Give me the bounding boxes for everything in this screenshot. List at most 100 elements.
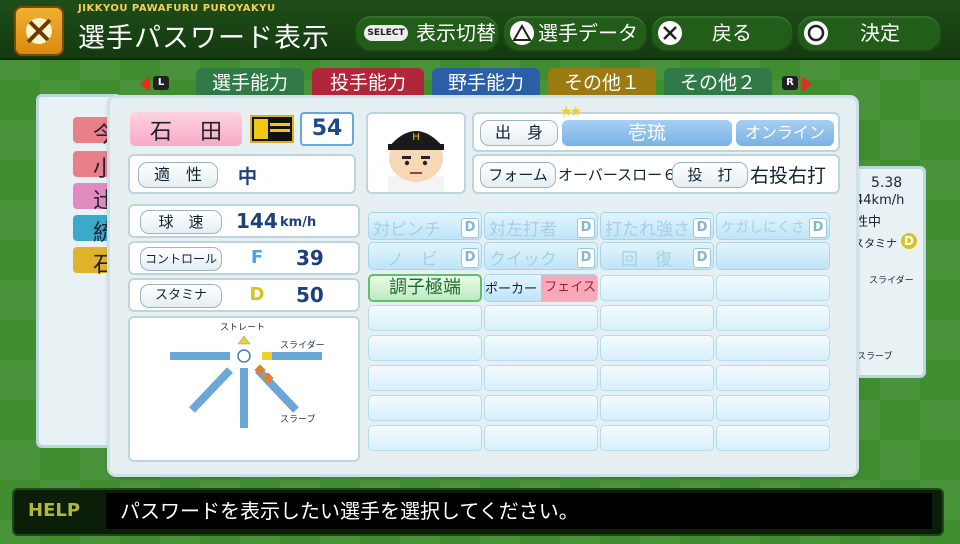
throw-bat-label: 投 打 bbox=[672, 162, 748, 188]
stars: ★★ bbox=[560, 104, 582, 120]
bg-value: 44km/h bbox=[855, 193, 905, 208]
bg-grade: D bbox=[901, 233, 917, 249]
control-grade: F bbox=[250, 247, 264, 268]
help-message: パスワードを表示したい選手を選択してください。 bbox=[106, 493, 932, 529]
team-logo-icon bbox=[250, 115, 294, 143]
left-arrow-icon bbox=[140, 76, 150, 92]
page-title: 選手パスワード表示 bbox=[78, 23, 330, 54]
player-card: 石 田 54 適 性 中 H ★★ 出 身 壱琉 オンライン フォーム オーバー… bbox=[110, 98, 856, 474]
skill-slot[interactable] bbox=[484, 365, 598, 391]
pitch-direction-chart bbox=[170, 335, 322, 428]
tab-pitcher-ability[interactable]: 投手能力 bbox=[312, 68, 424, 98]
svg-text:H: H bbox=[412, 132, 420, 143]
skill-cell[interactable] bbox=[716, 242, 830, 270]
bg-value: 性中 bbox=[855, 215, 882, 230]
skill-slot[interactable] bbox=[484, 395, 598, 421]
skill-slot[interactable] bbox=[368, 425, 482, 451]
skill-slot[interactable] bbox=[716, 305, 830, 331]
skill-grade: D bbox=[693, 248, 711, 268]
stamina-label: スタミナ bbox=[140, 284, 222, 308]
skill-cell[interactable]: ケガしにくさ D bbox=[716, 212, 830, 240]
stamina-grade: D bbox=[249, 284, 265, 305]
skill-slot[interactable] bbox=[600, 395, 714, 421]
cross-icon bbox=[658, 21, 682, 45]
stamina-value: 50 bbox=[296, 283, 324, 307]
select-key-icon: SELECT bbox=[364, 25, 408, 41]
skill-slot[interactable] bbox=[716, 335, 830, 361]
skill-slot[interactable] bbox=[484, 425, 598, 451]
skill-slot[interactable] bbox=[484, 335, 598, 361]
r-shoulder-button[interactable]: R bbox=[782, 74, 814, 94]
select-toggle-button[interactable]: SELECT 表示切替 bbox=[354, 14, 500, 52]
aptitude-value: 中 bbox=[238, 166, 258, 188]
skill-grade: D bbox=[577, 248, 595, 268]
control-row: コントロール F 39 bbox=[128, 241, 360, 275]
bg-value: スライダー bbox=[869, 276, 914, 286]
skill-slot[interactable] bbox=[716, 425, 830, 451]
origin-label: 出 身 bbox=[480, 120, 558, 146]
l-shoulder-button[interactable]: L bbox=[140, 74, 172, 94]
skill-cell[interactable]: 回 復D bbox=[600, 242, 714, 270]
circle-icon bbox=[804, 21, 828, 45]
skill-cell[interactable]: 対左打者 D bbox=[484, 212, 598, 240]
tab-label: 選手能力 bbox=[211, 72, 288, 94]
skill-slot[interactable] bbox=[716, 395, 830, 421]
bg-value: スラーブ bbox=[857, 352, 893, 362]
skill-grade: D bbox=[693, 218, 711, 238]
skill-slot[interactable] bbox=[368, 335, 482, 361]
skill-slot[interactable] bbox=[368, 365, 482, 391]
skill-cell[interactable]: 打たれ強さ D bbox=[600, 212, 714, 240]
tab-other-1[interactable]: その他１ bbox=[548, 68, 656, 98]
skill-slot[interactable] bbox=[600, 275, 714, 301]
tab-label: 投手能力 bbox=[329, 72, 406, 94]
player-name-char: 石 bbox=[150, 120, 173, 145]
skill-slot[interactable] bbox=[600, 305, 714, 331]
skill-slot[interactable] bbox=[600, 335, 714, 361]
player-data-label: 選手データ bbox=[538, 21, 638, 45]
baseball-logo-icon bbox=[14, 6, 64, 56]
skill-cell[interactable]: 対ピンチ D bbox=[368, 212, 482, 240]
skill-slot[interactable] bbox=[600, 425, 714, 451]
tab-bar: L 選手能力 投手能力 野手能力 その他１ その他２ R bbox=[0, 64, 960, 98]
player-name-char: 田 bbox=[200, 120, 223, 145]
name-row: 石 田 54 bbox=[130, 112, 356, 150]
select-toggle-label: 表示切替 bbox=[416, 21, 496, 45]
tab-fielder-ability[interactable]: 野手能力 bbox=[432, 68, 540, 98]
speed-value: 144 bbox=[236, 209, 278, 233]
skill-cell[interactable]: ノ ビD bbox=[368, 242, 482, 270]
skill-grade: D bbox=[461, 248, 479, 268]
control-label: コントロール bbox=[140, 247, 222, 271]
confirm-label: 決定 bbox=[860, 21, 900, 45]
background-card-right[interactable]: 5.38 44km/h 性中 スタミナ D スライダー スラーブ bbox=[846, 166, 926, 378]
skill-slot[interactable] bbox=[716, 275, 830, 301]
skill-text: クイック bbox=[489, 250, 557, 270]
back-button[interactable]: 戻る bbox=[650, 14, 794, 52]
confirm-button[interactable]: 決定 bbox=[796, 14, 942, 52]
skill-text: 回 復 bbox=[621, 250, 672, 270]
skill-cell[interactable]: クイック D bbox=[484, 242, 598, 270]
help-bar: HELP パスワードを表示したい選手を選択してください。 bbox=[12, 488, 944, 536]
pitch-chart: ストレート スライダー スラーブ bbox=[128, 316, 360, 462]
origin-row: ★★ 出 身 壱琉 オンライン bbox=[472, 104, 840, 152]
skill-slot[interactable] bbox=[600, 365, 714, 391]
skill-slot[interactable] bbox=[368, 395, 482, 421]
skill-slot[interactable] bbox=[484, 305, 598, 331]
online-badge: オンライン bbox=[736, 120, 834, 146]
skill-slot[interactable] bbox=[368, 305, 482, 331]
special-skill-poker-face[interactable]: ポーカー フェイス bbox=[484, 274, 598, 302]
l-key-label: L bbox=[153, 76, 169, 90]
skill-text: 打たれ強さ bbox=[605, 220, 690, 240]
special-skill-streaky[interactable]: 調子極端 bbox=[368, 274, 482, 302]
tab-other-2[interactable]: その他２ bbox=[664, 68, 772, 98]
player-data-button[interactable]: 選手データ bbox=[502, 14, 648, 52]
tab-player-ability[interactable]: 選手能力 bbox=[196, 68, 304, 98]
aptitude-label: 適 性 bbox=[138, 162, 218, 188]
bg-value: スタミナ bbox=[853, 237, 897, 250]
uniform-number: 54 bbox=[300, 112, 354, 146]
skill-slot[interactable] bbox=[716, 365, 830, 391]
form-value: オーバースロー６ bbox=[558, 166, 678, 184]
name-box: 石 田 bbox=[130, 112, 242, 146]
tab-label: 野手能力 bbox=[447, 72, 524, 94]
triangle-icon bbox=[510, 21, 534, 45]
skill-text: 対ピンチ bbox=[373, 220, 441, 240]
